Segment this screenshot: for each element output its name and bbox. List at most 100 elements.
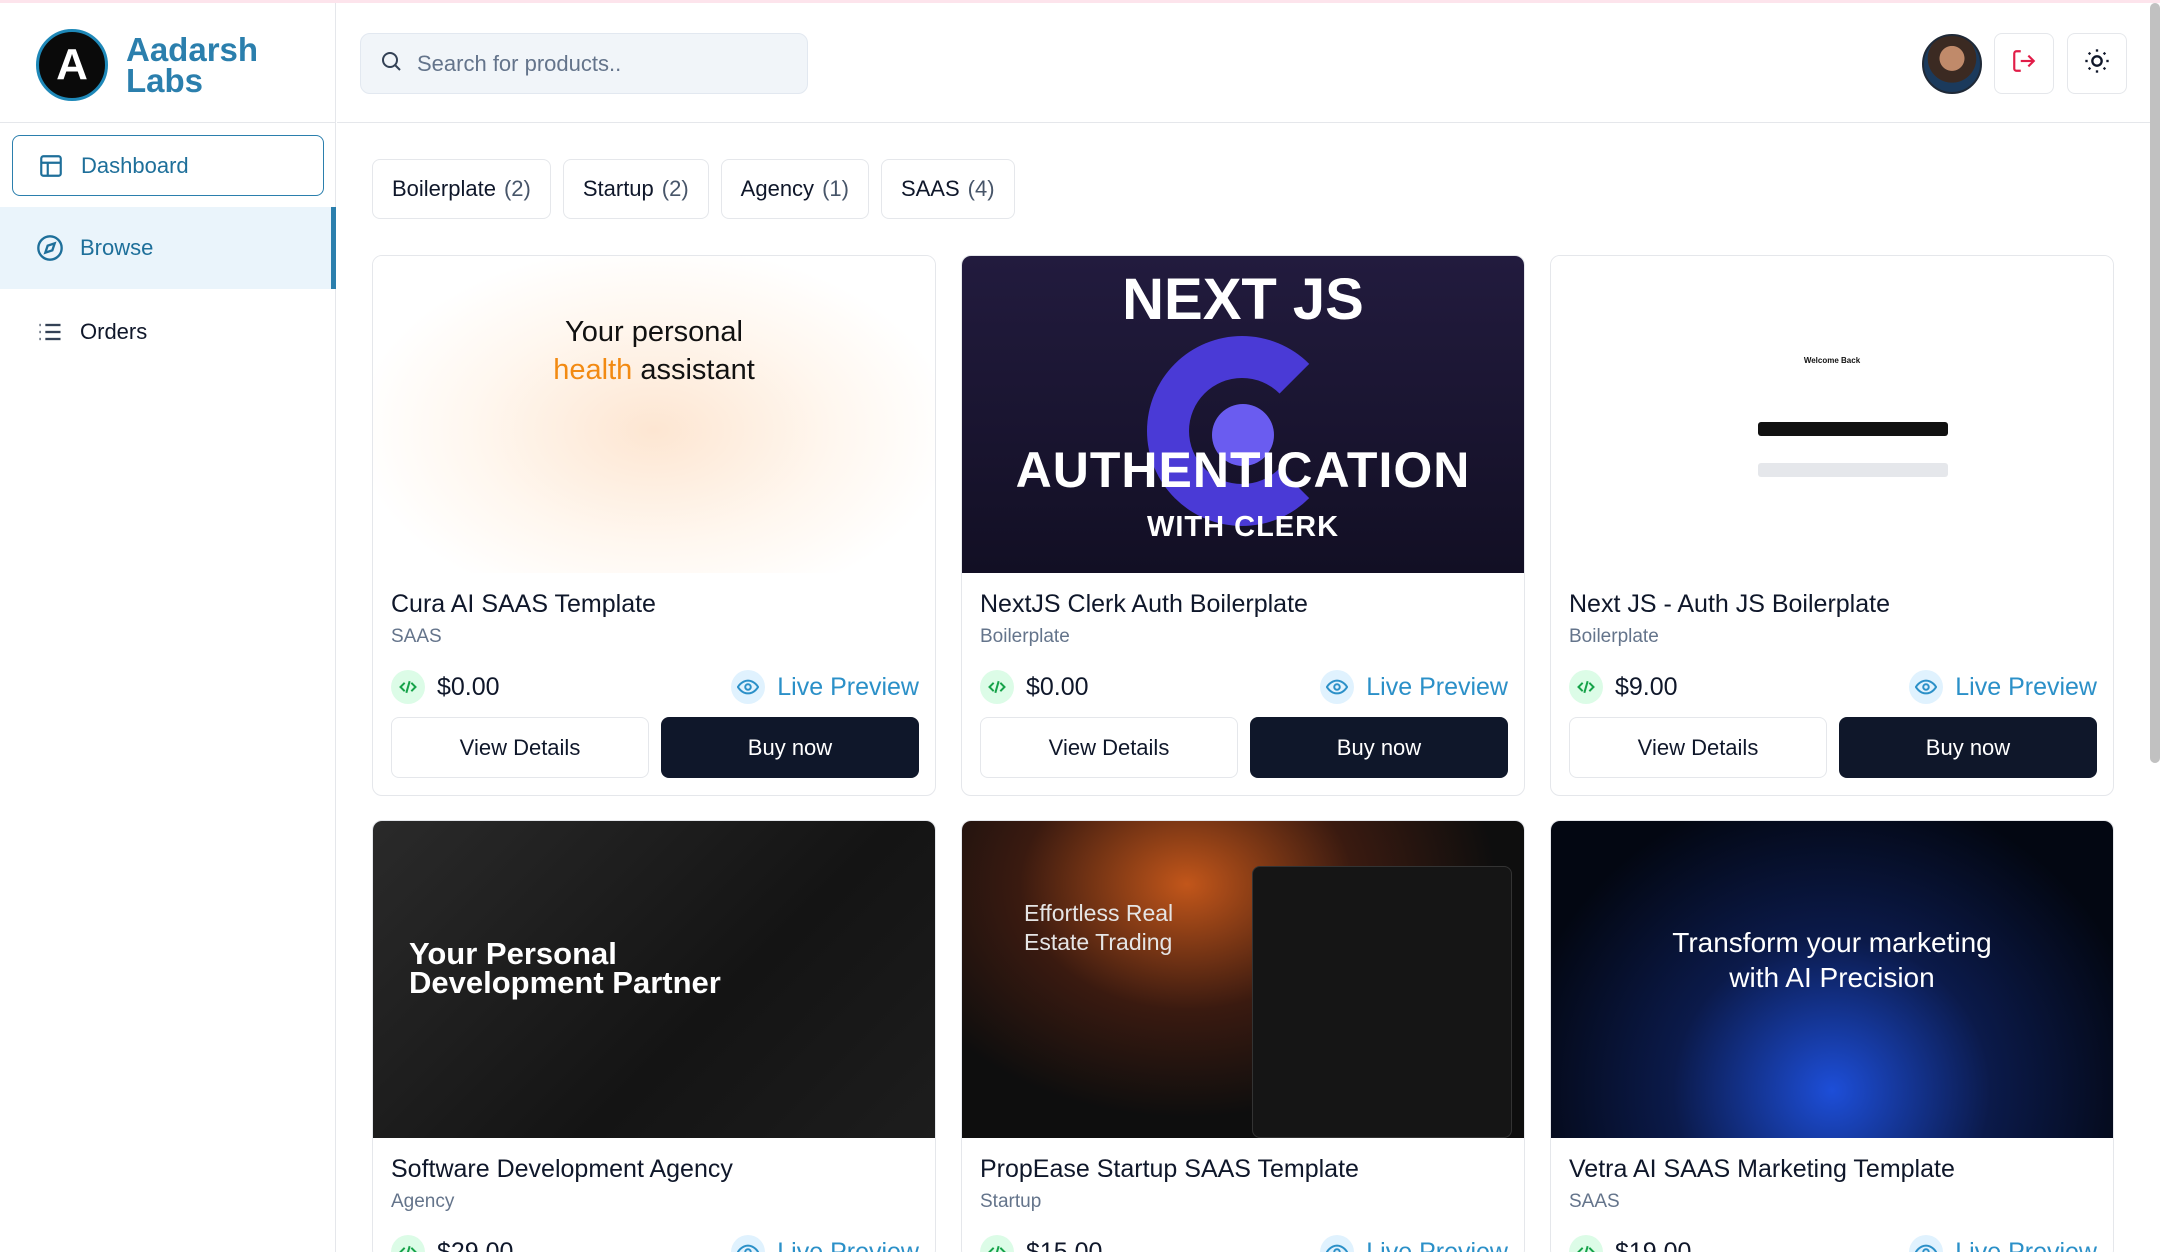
thumbnail-button-shape	[1758, 422, 1948, 436]
thumbnail-headline-line: Estate Trading	[1024, 929, 1173, 955]
product-card: Your Personal Development Partner Softwa…	[372, 820, 936, 1252]
sun-icon	[2083, 47, 2111, 80]
eye-icon	[1909, 670, 1944, 704]
product-title: NextJS Clerk Auth Boilerplate	[980, 590, 1308, 618]
thumbnail-headline-end: assistant	[640, 354, 755, 386]
price-row: $29.00 Live Preview	[391, 1232, 919, 1252]
product-card: NEXT JS AUTHENTICATION WITH CLERK NextJS…	[961, 255, 1525, 796]
product-title: Software Development Agency	[391, 1155, 733, 1183]
eye-icon	[1320, 670, 1355, 704]
live-preview-label: Live Preview	[1366, 1237, 1508, 1252]
code-icon	[980, 670, 1014, 704]
price-value: $19.00	[1615, 1237, 1692, 1252]
chip-count: (1)	[822, 176, 849, 201]
live-preview-label: Live Preview	[777, 672, 919, 701]
product-title: PropEase Startup SAAS Template	[980, 1155, 1359, 1183]
live-preview-label: Live Preview	[1955, 672, 2097, 701]
brand[interactable]: A Aadarsh Labs	[36, 29, 276, 101]
thumbnail-headline: Your personal	[565, 316, 743, 348]
buy-now-button[interactable]: Buy now	[1250, 717, 1508, 778]
sidebar-item-browse[interactable]: Browse	[0, 207, 336, 289]
product-thumbnail[interactable]: NEXT JS AUTHENTICATION WITH CLERK	[962, 256, 1524, 573]
view-details-button[interactable]: View Details	[391, 717, 649, 778]
product-thumbnail[interactable]: Transform your marketing with AI Precisi…	[1551, 821, 2113, 1138]
thumbnail-headline: NEXT JS	[1122, 267, 1364, 332]
price-row: $15.00 Live Preview	[980, 1232, 1508, 1252]
category-filters: Boilerplate (2) Startup (2) Agency (1) SAAS…	[372, 159, 1015, 219]
thumbnail-headline: health assistant	[373, 354, 935, 387]
view-details-button[interactable]: View Details	[1569, 717, 1827, 778]
live-preview-link[interactable]: Live Preview	[1320, 1235, 1508, 1252]
eye-icon	[731, 670, 766, 704]
sidebar-item-orders[interactable]: Orders	[12, 301, 324, 362]
price-value: $0.00	[437, 672, 500, 701]
list-icon	[36, 318, 64, 346]
product-price: $19.00	[1569, 1235, 1691, 1252]
code-icon	[1569, 1235, 1603, 1252]
eye-icon	[1909, 1235, 1944, 1252]
product-thumbnail[interactable]: Effortless Real Estate Trading	[962, 821, 1524, 1138]
product-thumbnail[interactable]: Your Personal Development Partner	[373, 821, 935, 1138]
card-actions: View Details Buy now	[1569, 717, 2097, 778]
category-chip-agency[interactable]: Agency (1)	[720, 159, 869, 219]
live-preview-label: Live Preview	[1955, 1237, 2097, 1252]
thumbnail-subheadline: WITH CLERK	[1146, 511, 1340, 543]
brand-logo: A	[36, 29, 108, 101]
thumbnail-headline: Your Personal Development Partner	[409, 936, 721, 998]
code-icon	[391, 1235, 425, 1252]
eye-icon	[1320, 1235, 1355, 1252]
product-price: $0.00	[391, 670, 500, 704]
card-actions: View Details Buy now	[391, 717, 919, 778]
sidebar-item-label: Orders	[80, 318, 148, 344]
thumbnail-headline: Effortless Real Estate Trading	[1024, 899, 1173, 957]
sidebar: A Aadarsh Labs Dashboard Browse Orders	[0, 3, 336, 1252]
card-actions: View Details Buy now	[980, 717, 1508, 778]
eye-icon	[731, 1235, 766, 1252]
page-scrollbar[interactable]	[2150, 3, 2160, 763]
thumbnail-headline: Transform your marketing with AI Precisi…	[1551, 925, 2113, 995]
sidebar-divider	[0, 122, 336, 123]
price-row: $0.00 Live Preview	[391, 667, 919, 707]
code-icon	[391, 670, 425, 704]
product-thumbnail[interactable]: Welcome Back	[1551, 256, 2113, 573]
product-category: Boilerplate	[980, 626, 1070, 647]
logout-button[interactable]	[1994, 33, 2054, 94]
theme-toggle-button[interactable]	[2067, 33, 2127, 94]
buy-now-button[interactable]: Buy now	[661, 717, 919, 778]
code-icon	[980, 1235, 1014, 1252]
thumbnail-dashboard-panel	[1252, 866, 1512, 1138]
top-header	[337, 3, 2160, 123]
search-input[interactable]	[417, 50, 797, 77]
product-price: $0.00	[980, 670, 1089, 704]
buy-now-button[interactable]: Buy now	[1839, 717, 2097, 778]
live-preview-link[interactable]: Live Preview	[1909, 670, 2097, 704]
category-chip-boilerplate[interactable]: Boilerplate (2)	[372, 159, 551, 219]
live-preview-link[interactable]: Live Preview	[1320, 670, 1508, 704]
product-price: $15.00	[980, 1235, 1102, 1252]
chip-count: (2)	[503, 176, 531, 201]
search-bar[interactable]	[360, 33, 808, 94]
thumbnail-headline-line: Your Personal	[409, 936, 617, 971]
category-chip-startup[interactable]: Startup (2)	[562, 159, 709, 219]
product-thumbnail[interactable]: Your personal health assistant	[373, 256, 935, 573]
price-value: $9.00	[1615, 672, 1678, 701]
search-icon	[379, 49, 403, 78]
product-category: SAAS	[1569, 1191, 1620, 1212]
live-preview-link[interactable]: Live Preview	[731, 1235, 919, 1252]
product-title: Vetra AI SAAS Marketing Template	[1569, 1155, 1955, 1183]
product-price: $29.00	[391, 1235, 513, 1252]
product-card: Your personal health assistant Cura AI S…	[372, 255, 936, 796]
user-avatar[interactable]	[1922, 34, 1982, 94]
product-card: Transform your marketing with AI Precisi…	[1550, 820, 2114, 1252]
product-card: Effortless Real Estate Trading PropEase …	[961, 820, 1525, 1252]
product-category: Boilerplate	[1569, 626, 1659, 647]
thumbnail-headline: Welcome Back	[1803, 356, 1861, 365]
chip-count: (2)	[661, 176, 689, 201]
category-chip-saas[interactable]: SAAS (4)	[880, 159, 1015, 219]
thumbnail-headline-line: Effortless Real	[1024, 900, 1174, 926]
live-preview-link[interactable]: Live Preview	[1909, 1235, 2097, 1252]
sidebar-item-dashboard[interactable]: Dashboard	[12, 135, 324, 196]
sidebar-item-label: Dashboard	[81, 152, 189, 178]
view-details-button[interactable]: View Details	[980, 717, 1238, 778]
live-preview-link[interactable]: Live Preview	[731, 670, 919, 704]
